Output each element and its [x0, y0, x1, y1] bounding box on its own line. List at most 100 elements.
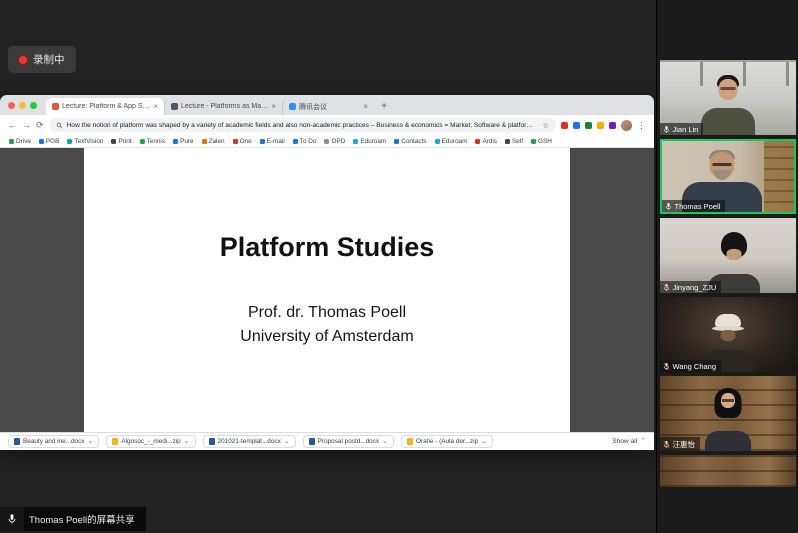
bookmark-item[interactable]: GSH	[531, 138, 552, 145]
window-close-button[interactable]	[8, 102, 15, 109]
show-all-downloads-button[interactable]: Show all⌃	[612, 438, 646, 445]
bookmark-favicon	[233, 139, 238, 144]
address-text: How the notion of platform was shaped by…	[67, 122, 539, 129]
download-chip[interactable]: Algosoc_-_medi...zip⌄	[106, 435, 195, 448]
share-banner-label: Thomas Poell的屏幕共享	[29, 512, 135, 526]
browser-menu-icon[interactable]: ⋮	[637, 120, 646, 131]
extension-icon[interactable]	[609, 122, 616, 129]
participant-nametag: Jian Lin	[660, 123, 704, 135]
bookmark-label: Tennis	[147, 138, 165, 145]
tab-close-icon[interactable]: ×	[363, 103, 368, 111]
download-chip[interactable]: 201021-templat...docx⌄	[203, 435, 296, 448]
bookmark-item[interactable]: OPD	[324, 138, 345, 145]
bookmark-item[interactable]: TextVision	[67, 138, 103, 145]
mic-muted-icon	[662, 440, 671, 449]
zip-file-icon	[407, 438, 413, 445]
new-tab-button[interactable]: +	[377, 99, 391, 114]
bookmark-item[interactable]: Eduroam	[435, 138, 468, 145]
bookmark-star-icon[interactable]: ☆	[542, 121, 549, 130]
bookmark-label: Self	[512, 138, 523, 145]
bookmark-favicon	[9, 139, 14, 144]
window-controls	[8, 95, 46, 115]
bookmark-item[interactable]: Zalen	[202, 138, 225, 145]
browser-tabstrip: Lecture: Platform & App Studies × Lectur…	[0, 95, 654, 115]
tab-close-icon[interactable]: ×	[271, 103, 276, 111]
bookmark-item[interactable]: Pure	[173, 138, 194, 145]
bookmark-item[interactable]: Drive	[9, 138, 31, 145]
bookmark-item[interactable]: Print	[111, 138, 131, 145]
recording-indicator[interactable]: 录制中	[8, 46, 76, 73]
tab-title: Lecture - Platforms as Markets	[181, 103, 268, 110]
download-chip[interactable]: Proposal postd...docx⌄	[303, 435, 394, 448]
participant-name: Wang Chang	[673, 362, 717, 371]
bookmark-item[interactable]: E-mail	[260, 138, 285, 145]
screen-share-stage: 录制中 Lecture: Platform & App Studies × Le…	[0, 0, 656, 533]
bookmark-item[interactable]: To Do	[293, 138, 317, 145]
bookmark-item[interactable]: PGB	[39, 138, 60, 145]
window-minimize-button[interactable]	[19, 102, 26, 109]
participant-tile-jian-lin[interactable]: Jian Lin	[660, 60, 796, 135]
docx-file-icon	[209, 438, 215, 445]
chevron-down-icon[interactable]: ⌄	[382, 438, 388, 445]
participant-nametag: Jinyang_ZJU	[660, 281, 722, 293]
extension-icon[interactable]	[573, 122, 580, 129]
bookmark-item[interactable]: Eduroam	[353, 138, 386, 145]
bookmarks-bar: Drive PGB TextVision Print Tennis Pure Z…	[0, 135, 654, 148]
reload-icon[interactable]: ⟳	[36, 121, 44, 130]
bookmark-favicon	[394, 139, 399, 144]
browser-tab-tencent-meeting[interactable]: 腾讯会议 ×	[282, 98, 374, 115]
browser-tab-lecture-platforms-as-markets[interactable]: Lecture - Platforms as Markets ×	[164, 98, 282, 115]
participant-tile-wang-huiyi[interactable]: 汪惠怡	[660, 376, 796, 451]
bookmark-label: TextVision	[74, 138, 103, 145]
extension-icon[interactable]	[585, 122, 592, 129]
show-all-label: Show all	[612, 438, 637, 445]
window-fullscreen-button[interactable]	[30, 102, 37, 109]
browser-toolbar: ← → ⟳ How the notion of platform was sha…	[0, 115, 654, 135]
bookmark-label: GSH	[538, 138, 552, 145]
chevron-down-icon[interactable]: ⌄	[481, 438, 487, 445]
bookmark-item[interactable]: Self	[505, 138, 523, 145]
bookmark-item[interactable]: Tennis	[140, 138, 165, 145]
tab-favicon	[171, 103, 178, 110]
chevron-down-icon[interactable]: ⌄	[284, 438, 290, 445]
participant-tile-jinyang-zju[interactable]: Jinyang_ZJU	[660, 218, 796, 293]
participant-tile-partial[interactable]	[660, 455, 796, 487]
tab-title: Lecture: Platform & App Studies	[62, 103, 150, 110]
mic-muted-icon	[662, 362, 671, 371]
chevron-down-icon[interactable]: ⌄	[87, 438, 93, 445]
participant-tile-wang-chang[interactable]: Wang Chang	[660, 297, 796, 372]
participant-video	[660, 455, 796, 487]
address-bar[interactable]: How the notion of platform was shaped by…	[49, 118, 556, 132]
mic-icon	[6, 513, 18, 525]
bookmark-favicon	[293, 139, 298, 144]
tab-favicon	[289, 103, 296, 110]
chevron-down-icon[interactable]: ⌄	[184, 438, 190, 445]
bookmark-favicon	[475, 139, 480, 144]
bookmark-favicon	[353, 139, 358, 144]
bookmark-item[interactable]: One	[233, 138, 252, 145]
recording-dot-icon	[19, 56, 27, 64]
download-chip[interactable]: Beauty and ine...docx⌄	[8, 435, 99, 448]
bookmark-item[interactable]: Ardis	[475, 138, 497, 145]
bookmark-label: OPD	[331, 138, 345, 145]
bookmark-item[interactable]: Contacts	[394, 138, 426, 145]
profile-avatar[interactable]	[621, 120, 632, 131]
participant-tile-thomas-poell[interactable]: Thomas Poell	[660, 139, 796, 214]
extension-icon[interactable]	[561, 122, 568, 129]
extension-icon[interactable]	[597, 122, 604, 129]
tab-close-icon[interactable]: ×	[153, 103, 158, 111]
bookmark-label: To Do	[300, 138, 317, 145]
bookmark-favicon	[140, 139, 145, 144]
presentation-slide: Platform Studies Prof. dr. Thomas Poell …	[84, 148, 570, 432]
zip-file-icon	[112, 438, 118, 445]
back-icon[interactable]: ←	[8, 121, 17, 130]
tab-title: 腾讯会议	[299, 102, 360, 112]
screen-share-banner: Thomas Poell的屏幕共享	[0, 507, 146, 531]
download-filename: Beauty and ine...docx	[23, 438, 84, 445]
bookmark-label: Drive	[16, 138, 31, 145]
forward-icon[interactable]: →	[22, 121, 31, 130]
mic-on-icon	[664, 202, 673, 211]
browser-tab-lecture-platform-app-studies[interactable]: Lecture: Platform & App Studies ×	[46, 98, 164, 115]
download-filename: Proposal postd...docx	[318, 438, 379, 445]
download-chip[interactable]: Oratie - (Aula der...zip⌄	[401, 435, 493, 448]
